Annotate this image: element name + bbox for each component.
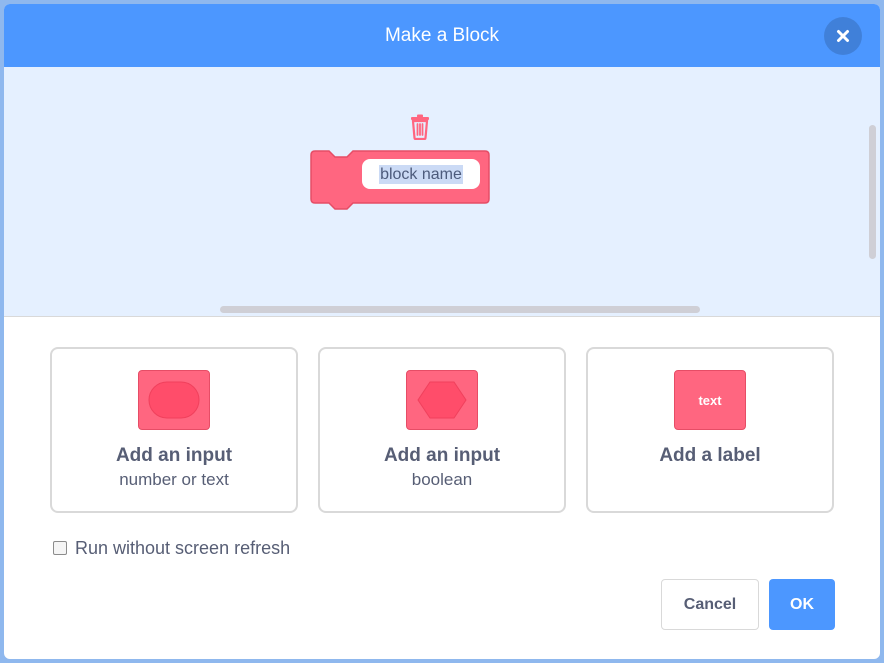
option-title: Add an input: [383, 445, 501, 466]
horizontal-scrollbar[interactable]: [220, 306, 700, 313]
option-subtitle: boolean: [411, 470, 473, 489]
block-workspace: block name: [4, 67, 880, 317]
trash-icon[interactable]: [408, 114, 432, 140]
add-boolean-input-button[interactable]: Add an input boolean: [318, 347, 566, 513]
number-input-icon: [138, 370, 210, 430]
make-a-block-dialog: Make a Block block name Add an input num…: [0, 0, 884, 663]
vertical-scrollbar[interactable]: [869, 125, 876, 259]
block-name-input[interactable]: block name: [362, 159, 480, 189]
run-without-refresh-option: Run without screen refresh: [53, 536, 290, 560]
close-button[interactable]: [824, 17, 862, 55]
cancel-button[interactable]: Cancel: [661, 579, 759, 630]
add-label-button[interactable]: text Add a label: [586, 347, 834, 513]
run-without-refresh-checkbox[interactable]: [53, 541, 67, 555]
ok-button[interactable]: OK: [769, 579, 835, 630]
label-icon: text: [674, 370, 746, 430]
boolean-input-icon: [406, 370, 478, 430]
label-swatch-text: text: [698, 392, 722, 408]
dialog-title: Make a Block: [384, 24, 500, 46]
option-title: Add a label: [659, 445, 761, 466]
close-icon: [837, 30, 849, 42]
block-options: Add an input number or text Add an input…: [50, 347, 834, 513]
dialog-header: Make a Block: [4, 4, 880, 67]
option-title: Add an input: [115, 445, 233, 466]
run-without-refresh-label[interactable]: Run without screen refresh: [75, 538, 290, 559]
add-number-text-input-button[interactable]: Add an input number or text: [50, 347, 298, 513]
block-name-text: block name: [379, 164, 463, 184]
option-subtitle: number or text: [119, 470, 229, 489]
